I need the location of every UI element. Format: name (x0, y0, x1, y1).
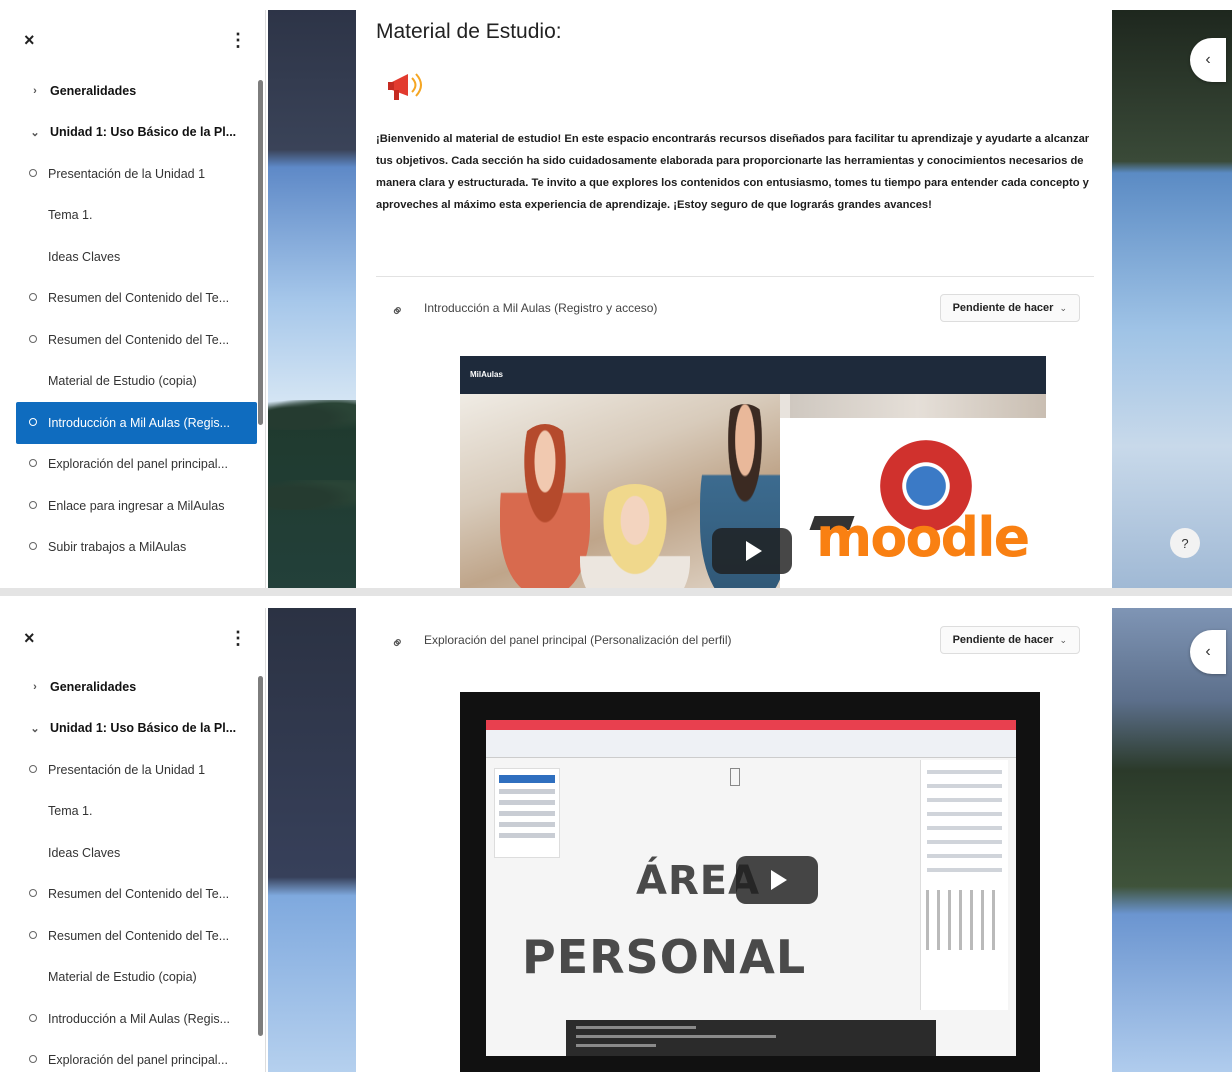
activity-row: ⚭ Introducción a Mil Aulas (Registro y a… (388, 290, 1080, 326)
chevron-down-icon: ⌄ (1059, 635, 1067, 645)
background-image-right: ‹ (1112, 608, 1232, 1072)
document-icon (730, 768, 740, 786)
video-title-line2: PERSONAL (522, 930, 807, 984)
video-bar-label: MilAulas (470, 370, 503, 379)
sidebar-section-generalidades[interactable]: › Generalidades (8, 666, 265, 708)
chevron-left-icon: ‹ (1205, 643, 1211, 660)
background-image-left (268, 10, 356, 592)
close-icon[interactable]: × (24, 628, 35, 649)
moodle-logo: moodle (816, 506, 1030, 569)
intro-text: ¡Bienvenido al material de estudio! En e… (376, 133, 1090, 211)
screen-material-estudio: ‹ ? × ⋮ › Generalidades ⌄ Unidad 1: Uso Bá… (0, 0, 1232, 592)
sidebar-item-presentacion[interactable]: Presentación de la Unidad 1 (8, 749, 265, 791)
activity-link[interactable]: Exploración del panel principal (Persona… (424, 633, 940, 647)
close-icon[interactable]: × (24, 30, 35, 51)
moodle-footer (566, 1020, 936, 1056)
moodle-right-blocks (920, 760, 1008, 1010)
sidebar-item-tema-1[interactable]: Tema 1. (8, 791, 265, 833)
person-image (500, 424, 590, 592)
browser-toolbar (486, 730, 1016, 758)
sidebar-section-unidad-1[interactable]: ⌄ Unidad 1: Uso Básico de la Pl... (8, 708, 265, 750)
sidebar-item-enlace-milaulas[interactable]: Enlace para ingresar a MilAulas (8, 485, 265, 527)
chevron-down-icon: ⌄ (30, 722, 40, 735)
sidebar-section-generalidades[interactable]: › Generalidades (8, 70, 265, 112)
completion-circle-icon (29, 334, 37, 343)
course-index: › Generalidades ⌄ Unidad 1: Uso Básico de … (8, 70, 265, 568)
play-button[interactable] (736, 856, 818, 904)
screen-exploracion-panel: ‹ × ⋮ › Generalidades ⌄ Unidad 1: Uso Bási… (0, 600, 1232, 1072)
browser-accent-bar (486, 720, 1016, 730)
video-embed[interactable]: MilAulas moodle (460, 356, 1046, 592)
drawer-toggle-button[interactable]: ‹ (1190, 630, 1226, 674)
person-image (580, 484, 690, 592)
video-header-bar: MilAulas (460, 356, 1046, 394)
calendar-block (926, 890, 1002, 950)
moodle-nav-panel (494, 768, 560, 858)
course-index: › Generalidades ⌄ Unidad 1: Uso Básico de … (8, 666, 265, 1072)
completion-circle-icon (29, 417, 37, 426)
play-button[interactable] (712, 528, 792, 574)
palm-tree-silhouette (268, 480, 356, 510)
sidebar-item-exploracion-panel[interactable]: Exploración del panel principal... (8, 444, 265, 486)
completion-circle-icon (29, 500, 37, 509)
completion-circle-icon (29, 1013, 37, 1022)
kebab-menu-icon[interactable]: ⋮ (229, 30, 247, 51)
page-title: Material de Estudio: (376, 20, 562, 43)
activity-row: ⚭ Exploración del panel principal (Perso… (388, 622, 1080, 658)
completion-circle-icon (29, 930, 37, 939)
sidebar-item-material-estudio[interactable]: Material de Estudio (copia) (8, 361, 265, 403)
sidebar-item-tema-1[interactable]: Tema 1. (8, 195, 265, 237)
kebab-menu-icon[interactable]: ⋮ (229, 628, 247, 649)
scrollbar[interactable] (258, 80, 263, 425)
chevron-right-icon: › (33, 680, 37, 693)
megaphone-icon (388, 73, 422, 100)
completion-circle-icon (29, 889, 37, 898)
completion-circle-icon (29, 293, 37, 302)
chevron-left-icon: ‹ (1205, 51, 1211, 68)
completion-circle-icon (29, 168, 37, 177)
sidebar-section-unidad-1[interactable]: ⌄ Unidad 1: Uso Básico de la Pl... (8, 112, 265, 154)
sidebar-item-introduccion-mil-aulas[interactable]: Introducción a Mil Aulas (Regis... (8, 998, 265, 1040)
completion-circle-icon (29, 764, 37, 773)
activity-link[interactable]: Introducción a Mil Aulas (Registro y acc… (424, 301, 940, 315)
palm-tree-silhouette (268, 400, 356, 430)
background-image-right: ‹ (1112, 10, 1232, 592)
link-icon: ⚭ (387, 300, 410, 323)
sidebar-item-resumen-1[interactable]: Resumen del Contenido del Te... (8, 278, 265, 320)
chevron-down-icon: ⌄ (1059, 303, 1067, 313)
completion-circle-icon (29, 459, 37, 468)
sidebar-item-resumen-2[interactable]: Resumen del Contenido del Te... (8, 319, 265, 361)
chevron-right-icon: › (33, 84, 37, 97)
sidebar-item-subir-trabajos[interactable]: Subir trabajos a MilAulas (8, 527, 265, 569)
main-content: ⚭ Exploración del panel principal (Perso… (360, 608, 1108, 1072)
drawer-header: × ⋮ (8, 608, 265, 666)
sidebar-item-ideas-claves[interactable]: Ideas Claves (8, 236, 265, 278)
help-button[interactable]: ? (1170, 528, 1200, 558)
sidebar-item-ideas-claves[interactable]: Ideas Claves (8, 832, 265, 874)
sidebar-item-resumen-2[interactable]: Resumen del Contenido del Te... (8, 915, 265, 957)
link-icon: ⚭ (387, 632, 410, 655)
chevron-down-icon: ⌄ (30, 126, 40, 139)
completion-status-dropdown[interactable]: Pendiente de hacer ⌄ (939, 294, 1080, 322)
divider (376, 276, 1094, 277)
background-image-left (268, 608, 356, 1072)
course-index-drawer: × ⋮ › Generalidades ⌄ Unidad 1: Uso Básico… (8, 10, 266, 592)
course-index-drawer: × ⋮ › Generalidades ⌄ Unidad 1: Uso Básico… (8, 608, 266, 1072)
faces-banner (790, 394, 1046, 418)
sidebar-item-material-estudio[interactable]: Material de Estudio (copia) (8, 957, 265, 999)
drawer-toggle-button[interactable]: ‹ (1190, 38, 1226, 82)
screenshot-separator (0, 588, 1232, 596)
scrollbar[interactable] (258, 676, 263, 1036)
main-content: Material de Estudio: ¡Bienvenido al mate… (360, 10, 1108, 592)
drawer-header: × ⋮ (8, 10, 265, 70)
completion-status-dropdown[interactable]: Pendiente de hacer ⌄ (939, 626, 1080, 654)
completion-circle-icon (29, 1055, 37, 1064)
completion-circle-icon (29, 542, 37, 551)
sidebar-item-presentacion[interactable]: Presentación de la Unidad 1 (8, 153, 265, 195)
video-embed[interactable]: ÁREA PERSONAL (460, 692, 1040, 1072)
sidebar-item-introduccion-mil-aulas[interactable]: Introducción a Mil Aulas (Regis... (16, 402, 257, 444)
sidebar-item-resumen-1[interactable]: Resumen del Contenido del Te... (8, 874, 265, 916)
sidebar-item-exploracion-panel[interactable]: Exploración del panel principal... (8, 1040, 265, 1072)
